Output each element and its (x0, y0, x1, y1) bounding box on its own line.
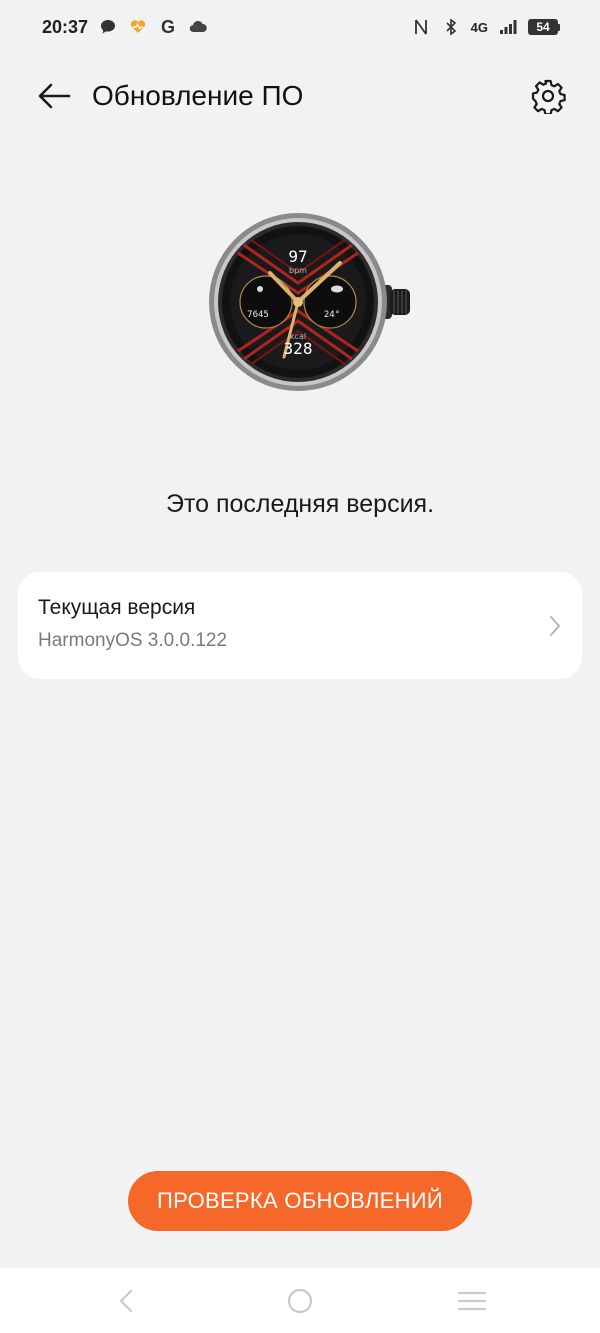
check-updates-button[interactable]: ПРОВЕРКА ОБНОВЛЕНИЙ (128, 1171, 472, 1231)
battery-icon: 54 (528, 19, 560, 35)
status-left: 20:37 G (42, 17, 208, 38)
current-version-card[interactable]: Текущая версия HarmonyOS 3.0.0.122 (18, 572, 582, 679)
gear-icon (531, 79, 566, 114)
header: Обновление ПО (0, 60, 600, 132)
signal-icon (498, 17, 518, 37)
status-time: 20:37 (42, 16, 89, 37)
back-button[interactable] (30, 76, 78, 116)
watch-temperature: 24° (324, 310, 340, 320)
settings-button[interactable] (526, 74, 570, 118)
nfc-icon (411, 17, 431, 37)
nav-menu-icon (457, 1291, 487, 1311)
status-message: Это последняя версия. (165, 490, 435, 518)
status-right: 4G 54 (411, 17, 560, 37)
watch-heart-rate: 97 (288, 247, 307, 266)
version-value: HarmonyOS 3.0.0.122 (38, 630, 228, 651)
version-label: Текущая версия (38, 596, 196, 619)
nav-home-button[interactable] (280, 1284, 320, 1318)
nav-back-icon (119, 1289, 133, 1313)
network-type: 4G (470, 19, 488, 35)
watch-image: 97 bpm 7645 24° kcal 328 (200, 205, 420, 395)
google-icon: G (161, 16, 176, 37)
health-heart-icon (128, 17, 148, 37)
watch-calories: 328 (284, 339, 313, 358)
bluetooth-icon (441, 17, 461, 37)
status-bar: 20:37 G 4G 54 (0, 0, 600, 54)
nav-home-icon (287, 1288, 313, 1314)
cloud-icon (188, 17, 208, 37)
page-title: Обновление ПО (92, 80, 304, 111)
chat-bubble-icon (98, 17, 118, 37)
navigation-bar (0, 1268, 600, 1333)
nav-back-button[interactable] (106, 1284, 146, 1318)
watch-heart-rate-unit: bpm (289, 266, 307, 275)
watch-illustration: 97 bpm 7645 24° kcal 328 (209, 213, 410, 391)
watch-steps: 7645 (247, 310, 269, 320)
battery-tip (558, 23, 560, 31)
nav-menu-button[interactable] (452, 1284, 492, 1318)
back-arrow-icon (38, 83, 71, 109)
chevron-right-icon (550, 616, 560, 636)
battery-level: 54 (528, 19, 558, 35)
